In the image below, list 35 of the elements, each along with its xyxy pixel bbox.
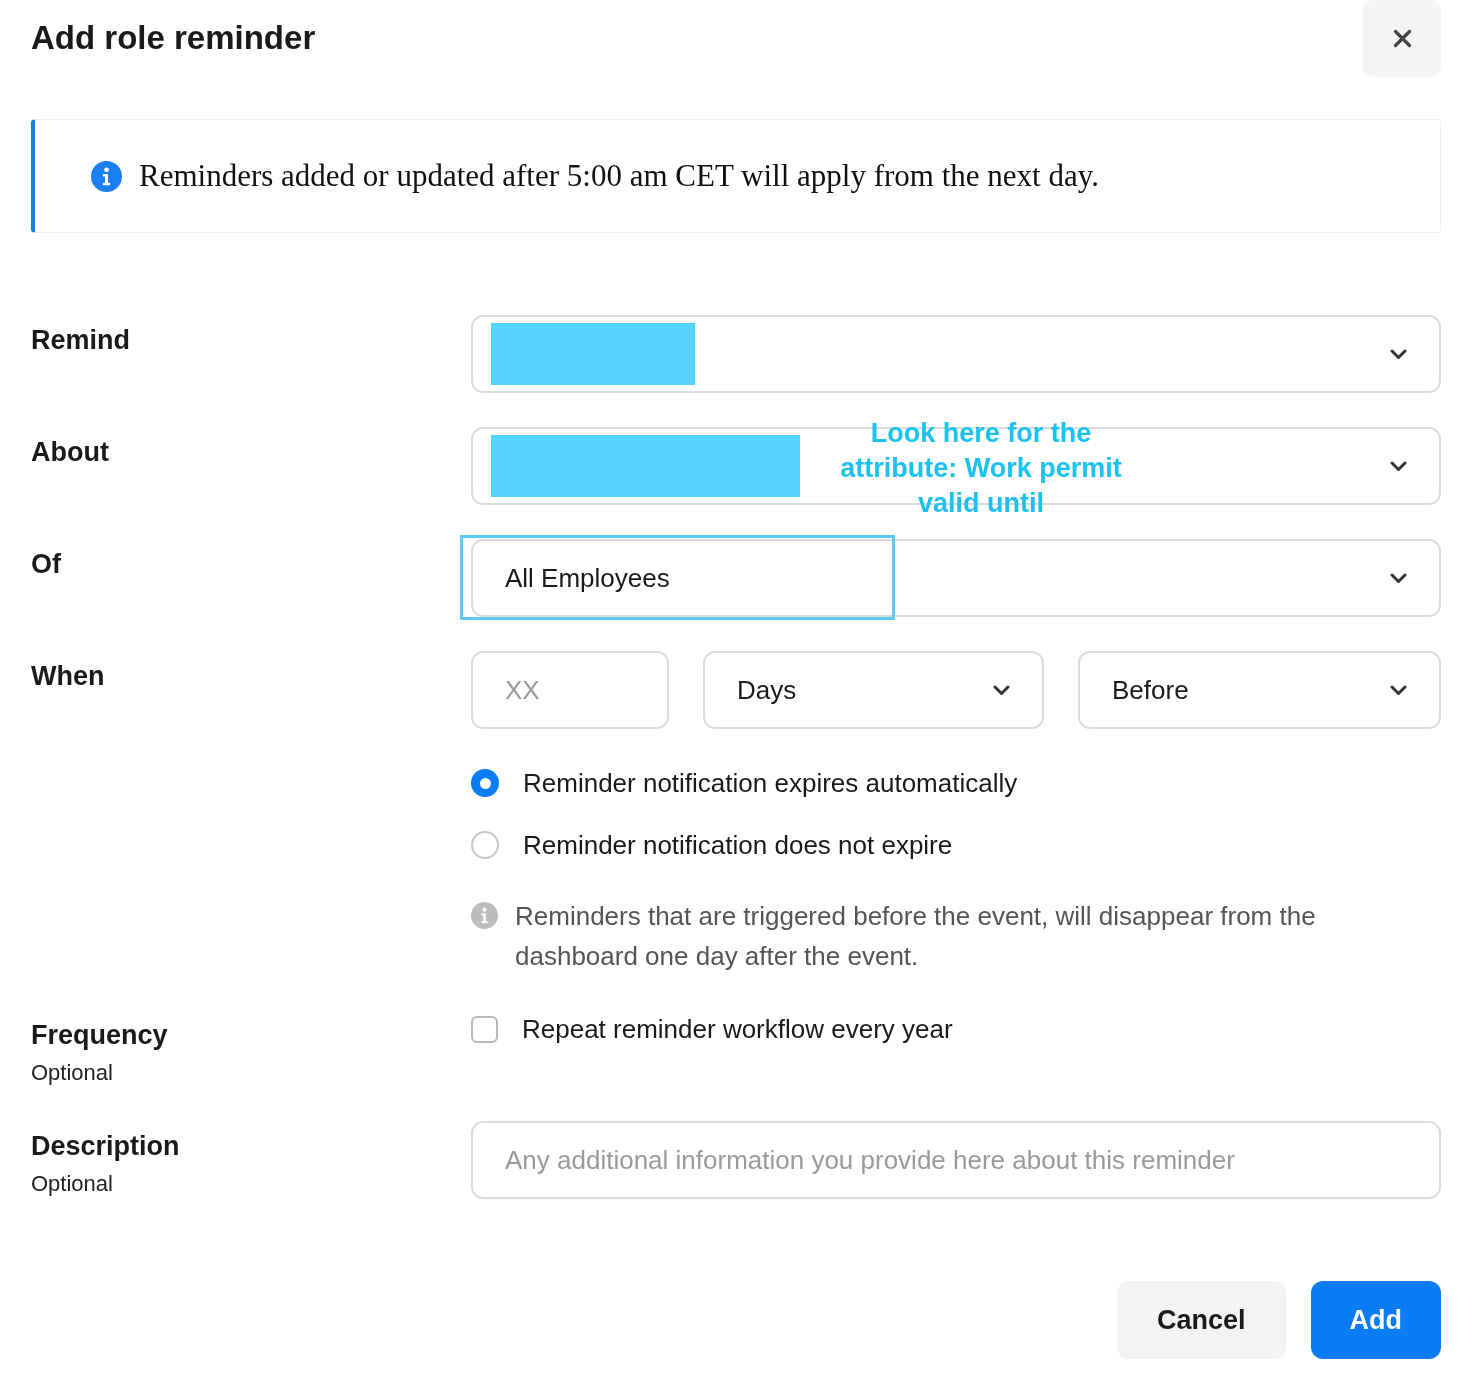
radio-button[interactable]: [471, 769, 499, 797]
relation-select[interactable]: Before: [1078, 651, 1441, 729]
field-label: Of: [31, 548, 61, 580]
info-icon: [471, 902, 498, 929]
chevron-down-icon: [1390, 684, 1407, 696]
field-label: When: [31, 660, 105, 692]
dialog-title: Add role reminder: [31, 19, 316, 57]
note-text: Reminders that are triggered before the event, will disappear from the dashboard one day after the event.: [515, 900, 1317, 973]
description-field[interactable]: Any additional information you provide here about this reminder: [471, 1121, 1441, 1199]
unit-select[interactable]: Days: [703, 651, 1044, 729]
option-label: Reminder notification does not expire: [523, 829, 953, 861]
optional-label: Optional: [31, 1059, 113, 1087]
annotation-text: Look here for the attribute: Work permit valid until: [839, 417, 1123, 520]
checkbox[interactable]: [471, 1015, 498, 1043]
optional-label: Optional: [31, 1170, 113, 1198]
radio-button[interactable]: [471, 831, 499, 859]
checkbox-label: Repeat reminder workflow every year: [522, 1013, 953, 1045]
select-field[interactable]: [471, 315, 1441, 393]
field-label: About: [31, 436, 109, 468]
info-icon: [91, 160, 122, 192]
chevron-down-icon: [993, 684, 1010, 696]
select-field[interactable]: All Employees: [471, 539, 1441, 617]
chevron-down-icon: [1390, 348, 1407, 360]
close-button[interactable]: [1363, 0, 1441, 77]
number-field[interactable]: XX: [471, 651, 669, 729]
banner-text: Reminders added or updated after 5:00 am CET will apply from the next day.: [139, 157, 1099, 195]
add-button[interactable]: Add: [1310, 1281, 1441, 1359]
field-label: Remind: [31, 324, 130, 356]
chevron-down-icon: [1390, 572, 1407, 584]
field-label: Description: [31, 1130, 180, 1162]
chevron-down-icon: [1390, 460, 1407, 472]
field-label: Frequency: [31, 1019, 168, 1051]
close-icon: [1392, 29, 1412, 48]
cancel-button[interactable]: Cancel: [1116, 1281, 1286, 1359]
option-label: Reminder notification expires automatically: [523, 767, 1018, 799]
